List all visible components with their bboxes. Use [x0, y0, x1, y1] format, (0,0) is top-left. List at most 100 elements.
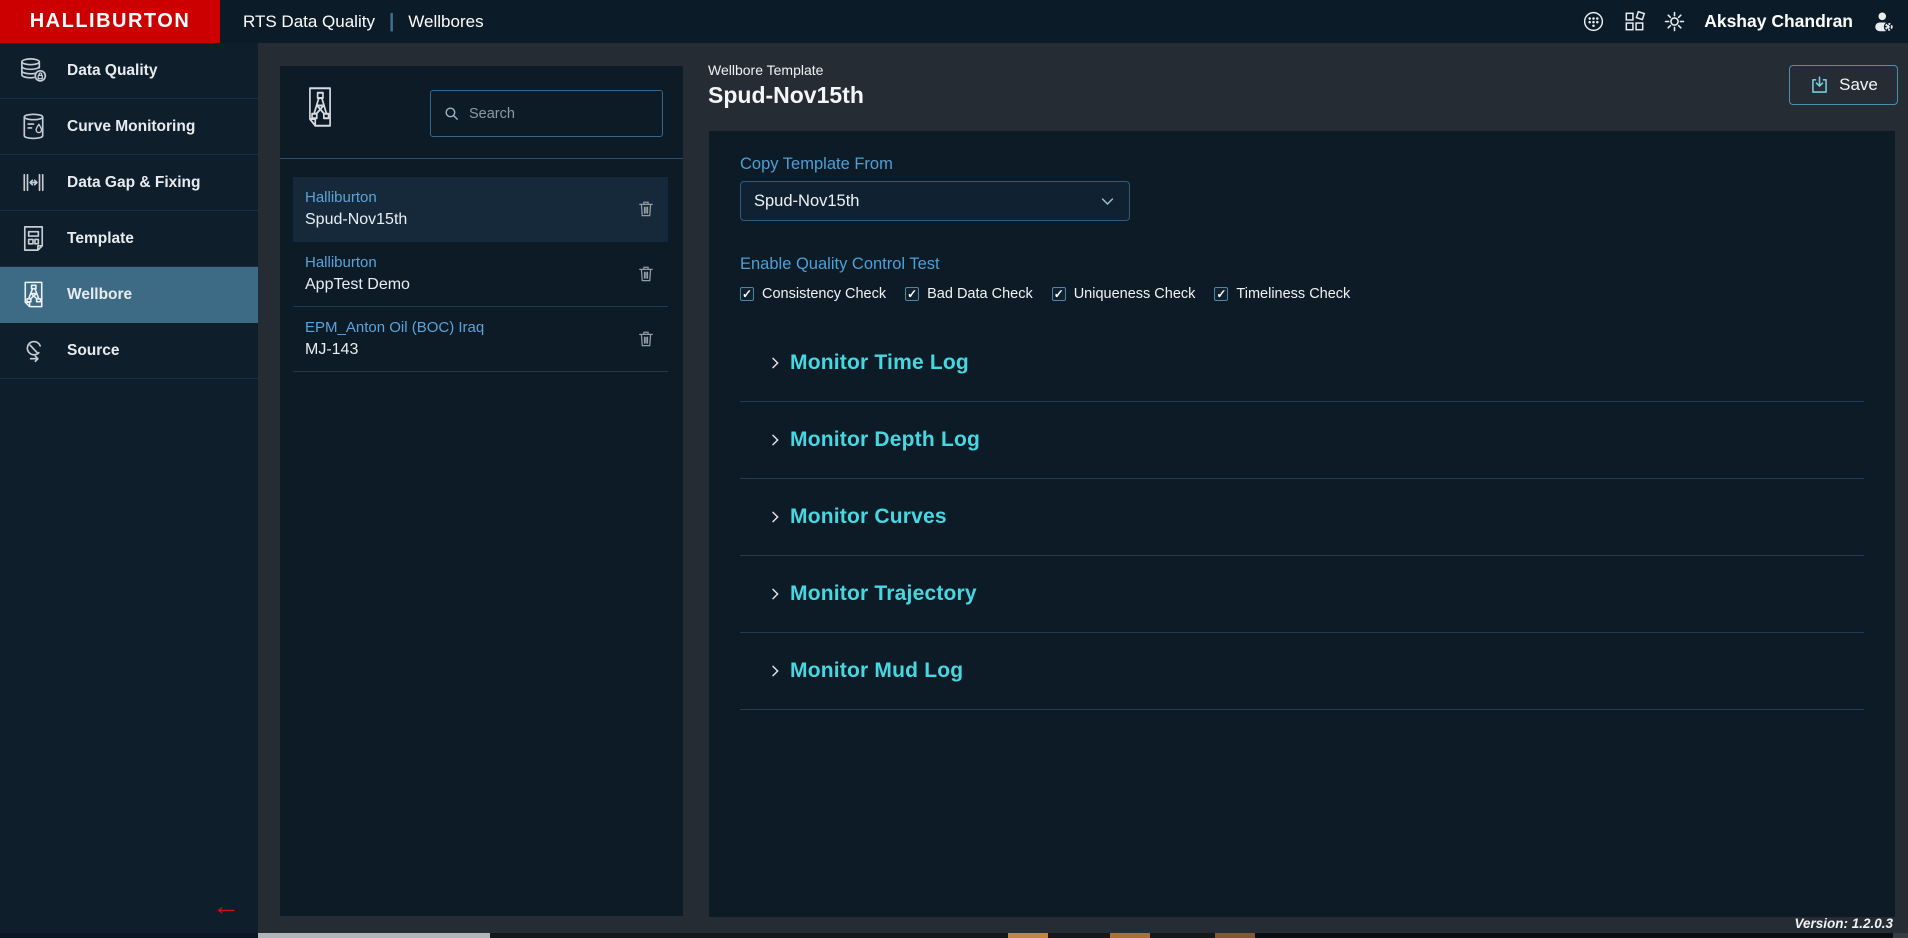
- section-label: Monitor Mud Log: [790, 659, 963, 683]
- user-settings-icon[interactable]: [1870, 8, 1898, 36]
- template-editor-card: Copy Template From Spud-Nov15th Enable Q…: [709, 131, 1895, 917]
- collapse-back-arrow-icon[interactable]: [212, 896, 240, 916]
- wellbore-name: Spud-Nov15th: [305, 209, 628, 231]
- section-label: Monitor Curves: [790, 505, 947, 529]
- delete-trash-icon[interactable]: [636, 327, 656, 350]
- taskbar-sliver-segment: [1008, 933, 1048, 938]
- sidebar-item-source[interactable]: Source: [0, 323, 258, 379]
- database-lock-icon: [18, 55, 49, 86]
- chevron-down-icon: [1099, 193, 1116, 210]
- wellbore-list-item[interactable]: EPM_Anton Oil (BOC) Iraq MJ-143: [293, 307, 668, 372]
- taskbar-sliver-segment: [1255, 933, 1893, 938]
- taskbar-sliver-segment: [1215, 933, 1255, 938]
- section-monitor-mud-log[interactable]: Monitor Mud Log: [740, 633, 1864, 710]
- sidebar-item-label: Curve Monitoring: [67, 118, 195, 136]
- search-input[interactable]: [469, 106, 629, 122]
- taskbar-sliver-segment: [1110, 933, 1150, 938]
- sidebar-item-label: Data Gap & Fixing: [67, 174, 201, 192]
- section-monitor-time-log[interactable]: Monitor Time Log: [740, 325, 1864, 402]
- save-button-label: Save: [1839, 75, 1878, 95]
- search-icon: [443, 105, 460, 122]
- section-label: Monitor Time Log: [790, 351, 969, 375]
- breadcrumb: RTS Data Quality | Wellbores: [243, 11, 484, 33]
- search-box: [430, 90, 663, 137]
- language-globe-icon[interactable]: [1580, 8, 1607, 35]
- copy-template-from-select[interactable]: Spud-Nov15th: [740, 181, 1130, 221]
- sidebar-item-template[interactable]: Template: [0, 211, 258, 267]
- gap-arrows-icon: [18, 167, 49, 198]
- taskbar-sliver-segment: [1893, 933, 1908, 938]
- checkbox-label: Bad Data Check: [927, 286, 1033, 302]
- save-icon: [1809, 75, 1830, 96]
- taskbar-sliver-segment: [258, 933, 490, 938]
- check-uniqueness[interactable]: Uniqueness Check: [1052, 286, 1196, 302]
- monitor-sections: Monitor Time Log Monitor Depth Log Monit…: [740, 325, 1864, 710]
- version-text: Version: 1.2.0.3: [1794, 916, 1893, 931]
- copy-template-from-label: Copy Template From: [740, 155, 1864, 174]
- check-consistency[interactable]: Consistency Check: [740, 286, 886, 302]
- checkbox-checked-icon[interactable]: [1214, 287, 1228, 301]
- chevron-right-icon: [767, 586, 783, 602]
- checkbox-label: Timeliness Check: [1236, 286, 1350, 302]
- checkbox-label: Consistency Check: [762, 286, 886, 302]
- delete-trash-icon[interactable]: [636, 197, 656, 220]
- taskbar-sliver-segment: [0, 933, 258, 938]
- template-doc-icon: [18, 223, 49, 254]
- user-name: Akshay Chandran: [1704, 11, 1853, 32]
- page-subtitle: Wellbore Template: [708, 62, 823, 78]
- sidebar-item-label: Template: [67, 230, 134, 248]
- cylinder-drop-icon: [18, 111, 49, 142]
- checkbox-label: Uniqueness Check: [1074, 286, 1196, 302]
- breadcrumb-wellbores[interactable]: Wellbores: [408, 12, 483, 32]
- delete-trash-icon[interactable]: [636, 262, 656, 285]
- chevron-right-icon: [767, 355, 783, 371]
- wellbore-name: MJ-143: [305, 339, 628, 361]
- sidebar-item-curve-monitoring[interactable]: Curve Monitoring: [0, 99, 258, 155]
- sidebar-item-label: Source: [67, 342, 120, 360]
- wellbore-list: Halliburton Spud-Nov15th Halliburton App…: [280, 159, 683, 372]
- sidebar-item-data-quality[interactable]: Data Quality: [0, 43, 258, 99]
- breadcrumb-separator: |: [389, 11, 394, 33]
- chevron-right-icon: [767, 509, 783, 525]
- sidebar-nav: Data Quality Curve Monitoring Data Gap &…: [0, 43, 258, 934]
- wellbore-list-panel: Halliburton Spud-Nov15th Halliburton App…: [280, 66, 683, 916]
- link-source-icon: [18, 335, 49, 366]
- copy-template-from-value: Spud-Nov15th: [754, 192, 860, 211]
- checkbox-checked-icon[interactable]: [1052, 287, 1066, 301]
- wellbore-org: Halliburton: [305, 253, 628, 272]
- wellbore-org: EPM_Anton Oil (BOC) Iraq: [305, 318, 628, 337]
- section-monitor-curves[interactable]: Monitor Curves: [740, 479, 1864, 556]
- enable-qc-label: Enable Quality Control Test: [740, 255, 1864, 274]
- check-timeliness[interactable]: Timeliness Check: [1214, 286, 1350, 302]
- wellbore-list-header: [280, 66, 683, 159]
- sidebar-item-label: Wellbore: [67, 286, 132, 304]
- section-label: Monitor Depth Log: [790, 428, 980, 452]
- save-button[interactable]: Save: [1789, 65, 1898, 105]
- taskbar-sliver: [0, 933, 1908, 938]
- halliburton-logo: HALLIBURTON: [0, 0, 220, 43]
- top-bar: HALLIBURTON RTS Data Quality | Wellbores: [0, 0, 1908, 43]
- chevron-right-icon: [767, 432, 783, 448]
- sidebar-item-data-gap-fixing[interactable]: Data Gap & Fixing: [0, 155, 258, 211]
- section-monitor-depth-log[interactable]: Monitor Depth Log: [740, 402, 1864, 479]
- sidebar-item-wellbore[interactable]: Wellbore: [0, 267, 258, 323]
- apps-grid-icon[interactable]: [1622, 9, 1647, 34]
- section-label: Monitor Trajectory: [790, 582, 977, 606]
- wellbore-doc-icon: [301, 83, 339, 131]
- wellbore-list-item[interactable]: Halliburton Spud-Nov15th: [293, 177, 668, 242]
- theme-sun-icon[interactable]: [1662, 9, 1687, 34]
- wellbore-org: Halliburton: [305, 188, 628, 207]
- page-title: Spud-Nov15th: [708, 82, 864, 109]
- wellbore-list-item[interactable]: Halliburton AppTest Demo: [293, 242, 668, 307]
- wellbore-name: AppTest Demo: [305, 274, 628, 296]
- wellbore-doc-icon: [18, 279, 49, 310]
- section-monitor-trajectory[interactable]: Monitor Trajectory: [740, 556, 1864, 633]
- app-title[interactable]: RTS Data Quality: [243, 12, 375, 32]
- checkbox-checked-icon[interactable]: [740, 287, 754, 301]
- checkbox-checked-icon[interactable]: [905, 287, 919, 301]
- qc-check-row: Consistency Check Bad Data Check Uniquen…: [740, 286, 1864, 302]
- chevron-right-icon: [767, 663, 783, 679]
- sidebar-item-label: Data Quality: [67, 62, 157, 80]
- topbar-actions: Akshay Chandran: [1580, 0, 1898, 43]
- check-bad-data[interactable]: Bad Data Check: [905, 286, 1033, 302]
